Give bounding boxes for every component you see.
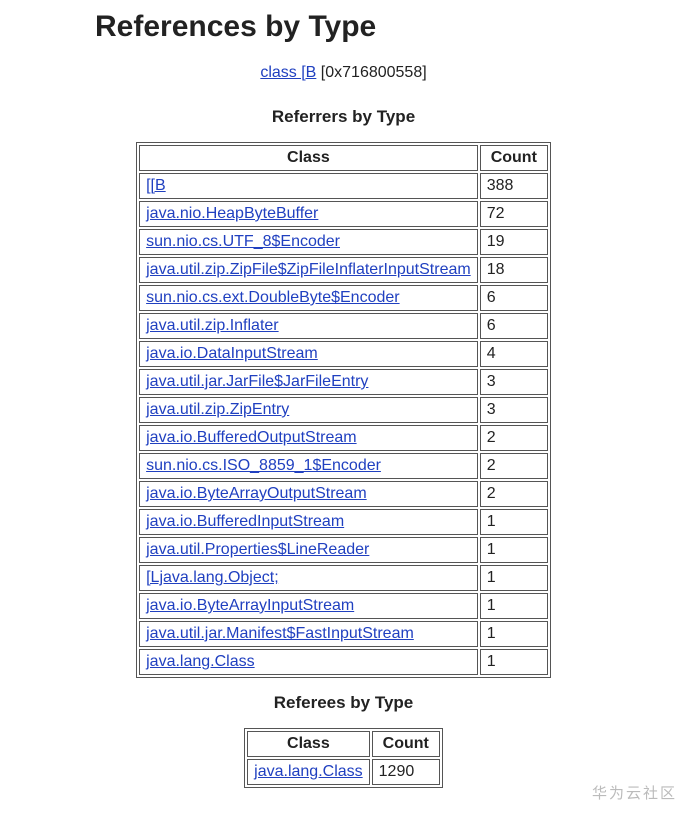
referees-col-class: Class [247,731,370,757]
class-link[interactable]: java.util.jar.JarFile$JarFileEntry [146,373,368,390]
class-link[interactable]: sun.nio.cs.UTF_8$Encoder [146,233,340,250]
class-link[interactable]: java.lang.Class [146,653,255,670]
table-row: [[B 388 [139,173,548,199]
count-cell: 1 [480,537,548,563]
class-cell: java.util.Properties$LineReader [139,537,478,563]
class-cell: java.util.zip.ZipEntry [139,397,478,423]
class-cell: java.util.jar.JarFile$JarFileEntry [139,369,478,395]
count-cell: 3 [480,369,548,395]
table-row: java.lang.Class 1 [139,649,548,675]
class-cell: java.util.jar.Manifest$FastInputStream [139,621,478,647]
count-cell: 2 [480,453,548,479]
count-cell: 2 [480,481,548,507]
class-link[interactable]: java.util.zip.Inflater [146,317,279,334]
class-link[interactable]: java.nio.HeapByteBuffer [146,205,318,222]
page-title: References by Type [95,10,667,44]
table-row: java.util.zip.Inflater 6 [139,313,548,339]
table-row: [Ljava.lang.Object; 1 [139,565,548,591]
class-cell: java.util.zip.ZipFile$ZipFileInflaterInp… [139,257,478,283]
watermark: 华为云社区 [592,782,677,803]
class-cell: java.io.BufferedOutputStream [139,425,478,451]
table-row: java.io.DataInputStream 4 [139,341,548,367]
class-cell: java.io.ByteArrayInputStream [139,593,478,619]
table-row: sun.nio.cs.ISO_8859_1$Encoder 2 [139,453,548,479]
count-cell: 4 [480,341,548,367]
class-link[interactable]: sun.nio.cs.ext.DoubleByte$Encoder [146,289,399,306]
class-link[interactable]: java.io.BufferedOutputStream [146,429,357,446]
referrers-heading: Referrers by Type [20,107,667,127]
class-cell: java.io.BufferedInputStream [139,509,478,535]
table-row: java.util.zip.ZipFile$ZipFileInflaterInp… [139,257,548,283]
referees-heading: Referees by Type [20,693,667,713]
referrers-col-class: Class [139,145,478,171]
subject-address: [0x716800558] [321,64,427,81]
table-row: sun.nio.cs.UTF_8$Encoder 19 [139,229,548,255]
referees-table: Class Count java.lang.Class 1290 [244,728,443,788]
count-cell: 19 [480,229,548,255]
table-row: java.util.jar.JarFile$JarFileEntry 3 [139,369,548,395]
count-cell: 388 [480,173,548,199]
subject-class-link[interactable]: class [B [260,64,316,81]
table-row: java.util.jar.Manifest$FastInputStream 1 [139,621,548,647]
count-cell: 1 [480,621,548,647]
table-row: java.util.Properties$LineReader 1 [139,537,548,563]
class-cell: [[B [139,173,478,199]
count-cell: 72 [480,201,548,227]
count-cell: 18 [480,257,548,283]
count-cell: 3 [480,397,548,423]
table-row: java.util.zip.ZipEntry 3 [139,397,548,423]
class-link[interactable]: java.lang.Class [254,763,363,780]
referees-col-count: Count [372,731,440,757]
class-link[interactable]: java.util.Properties$LineReader [146,541,369,558]
count-cell: 1 [480,509,548,535]
class-cell: java.util.zip.Inflater [139,313,478,339]
class-link[interactable]: java.util.jar.Manifest$FastInputStream [146,625,414,642]
class-cell: sun.nio.cs.UTF_8$Encoder [139,229,478,255]
table-row: java.lang.Class 1290 [247,759,440,785]
table-row: java.io.BufferedInputStream 1 [139,509,548,535]
class-link[interactable]: java.io.ByteArrayOutputStream [146,485,367,502]
class-cell: java.lang.Class [247,759,370,785]
count-cell: 1 [480,593,548,619]
class-cell: [Ljava.lang.Object; [139,565,478,591]
class-cell: java.io.ByteArrayOutputStream [139,481,478,507]
table-row: java.io.ByteArrayInputStream 1 [139,593,548,619]
class-link[interactable]: [Ljava.lang.Object; [146,569,279,586]
referrers-table: Class Count [[B388java.nio.HeapByteBuffe… [136,142,551,678]
class-link[interactable]: java.io.ByteArrayInputStream [146,597,354,614]
referrers-col-count: Count [480,145,548,171]
subject-line: class [B [0x716800558] [20,64,667,82]
count-cell: 2 [480,425,548,451]
count-cell: 1 [480,565,548,591]
class-link[interactable]: java.util.zip.ZipFile$ZipFileInflaterInp… [146,261,471,278]
count-cell: 6 [480,313,548,339]
class-cell: sun.nio.cs.ext.DoubleByte$Encoder [139,285,478,311]
class-cell: java.io.DataInputStream [139,341,478,367]
class-link[interactable]: [[B [146,177,166,194]
class-link[interactable]: java.io.BufferedInputStream [146,513,344,530]
count-cell: 6 [480,285,548,311]
table-row: java.io.BufferedOutputStream 2 [139,425,548,451]
class-link[interactable]: java.util.zip.ZipEntry [146,401,289,418]
class-link[interactable]: java.io.DataInputStream [146,345,318,362]
class-link[interactable]: sun.nio.cs.ISO_8859_1$Encoder [146,457,381,474]
class-cell: java.nio.HeapByteBuffer [139,201,478,227]
class-cell: java.lang.Class [139,649,478,675]
table-row: java.io.ByteArrayOutputStream 2 [139,481,548,507]
table-row: sun.nio.cs.ext.DoubleByte$Encoder 6 [139,285,548,311]
class-cell: sun.nio.cs.ISO_8859_1$Encoder [139,453,478,479]
count-cell: 1 [480,649,548,675]
table-row: java.nio.HeapByteBuffer 72 [139,201,548,227]
count-cell: 1290 [372,759,440,785]
